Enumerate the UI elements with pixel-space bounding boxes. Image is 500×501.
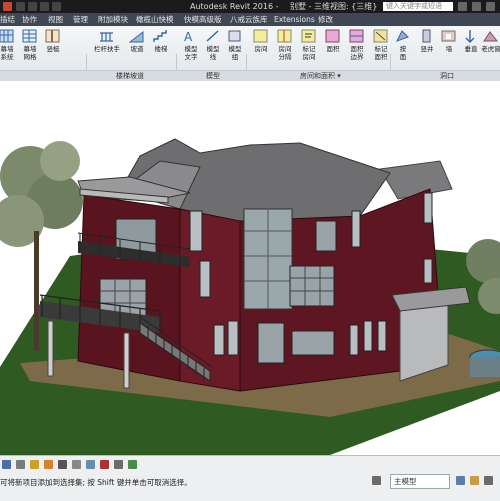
view-control-bar xyxy=(0,458,500,472)
status-message: 可将新项目添加到选择集; 按 Shift 键并单击可取消选择。 xyxy=(0,478,192,487)
tab-structure[interactable]: 插结 xyxy=(0,13,15,26)
railing-icon xyxy=(100,32,113,42)
search-icon[interactable] xyxy=(458,2,467,11)
redo-icon[interactable] xyxy=(52,2,61,11)
area-boundary-icon xyxy=(349,29,364,43)
tab-view[interactable]: 视图 xyxy=(48,13,63,26)
status-bar: 可将新项目添加到选择集; 按 Shift 键并单击可取消选择。 主模型 xyxy=(0,455,500,501)
curtain-system-icon xyxy=(0,29,14,43)
panel-label-model: 模型 xyxy=(206,72,220,80)
dormer-opening-button[interactable]: 老虎窗 xyxy=(478,26,500,70)
visual-style-icon[interactable] xyxy=(30,460,39,469)
filter-icon[interactable] xyxy=(470,476,479,485)
railing-button[interactable]: 栏杆扶手 xyxy=(94,26,120,70)
tab-manage[interactable]: 管理 xyxy=(73,13,88,26)
svg-text:A: A xyxy=(184,30,193,43)
panel-label-room-area: 房间和面积 ▾ xyxy=(300,72,341,80)
select-links-icon[interactable] xyxy=(484,476,493,485)
tag-area-icon xyxy=(373,29,388,43)
temporary-hide-icon[interactable] xyxy=(100,460,109,469)
crop-view-icon[interactable] xyxy=(86,460,95,469)
panel-label-stairs: 楼梯坡道 xyxy=(116,72,144,80)
app-menu-icon[interactable] xyxy=(3,2,12,11)
wall-opening-icon xyxy=(441,30,456,42)
model-line-icon xyxy=(206,30,219,42)
worksharing-icon[interactable] xyxy=(128,460,137,469)
shaft-icon xyxy=(422,29,431,43)
worksets-icon[interactable] xyxy=(372,476,381,485)
model-text-icon: A xyxy=(184,30,193,43)
tag-room-icon xyxy=(301,29,316,43)
app-title: Autodesk Revit 2016 - xyxy=(190,2,279,11)
room-separator-icon xyxy=(277,29,292,43)
area-icon xyxy=(325,29,340,43)
undo-icon[interactable] xyxy=(40,2,49,11)
room-icon xyxy=(253,29,268,43)
tab-extensions[interactable]: Extensions xyxy=(274,13,315,26)
mullion-icon xyxy=(45,29,60,43)
right-wing-roof xyxy=(379,160,453,200)
view-title: 别墅 - 三维视图: {三维} xyxy=(290,2,378,11)
reveal-hidden-icon[interactable] xyxy=(114,460,123,469)
editable-only-icon[interactable] xyxy=(456,476,465,485)
dormer-icon xyxy=(483,31,498,42)
by-face-icon xyxy=(395,30,409,42)
detail-level-icon[interactable] xyxy=(16,460,25,469)
tab-addins[interactable]: 附加模块 xyxy=(98,13,128,26)
tab-collaborate[interactable]: 协作 xyxy=(22,13,37,26)
house-model-render xyxy=(0,138,500,455)
search-input[interactable]: 键入关键字或短语 xyxy=(383,2,453,11)
tab-modify[interactable]: 修改 xyxy=(318,13,333,26)
3d-viewport[interactable] xyxy=(0,81,500,455)
ribbon-tabs: 插结 协作 视图 管理 附加模块 橄榄山快模 快模高级版 八戒云族库 Exten… xyxy=(0,13,500,26)
active-model-select[interactable]: 主模型 xyxy=(390,474,450,489)
render-icon[interactable] xyxy=(72,460,81,469)
open-icon[interactable] xyxy=(16,2,25,11)
help-icon[interactable] xyxy=(486,2,495,11)
curtain-grid-icon xyxy=(22,29,37,43)
stair-button[interactable]: 楼梯 xyxy=(148,26,174,70)
tab-quickmodel-pro[interactable]: 快模高级版 xyxy=(184,13,222,26)
ribbon: 幕墙 系统 幕墙 网格 竖梃 栏杆扶手 坡道 楼梯 A 模型 文字 模型 线 模… xyxy=(0,26,500,106)
tab-olivemount[interactable]: 橄榄山快模 xyxy=(136,13,174,26)
vertical-opening-icon xyxy=(465,30,475,43)
title-bar: Autodesk Revit 2016 - 别墅 - 三维视图: {三维} 键入… xyxy=(0,0,500,13)
shadows-icon[interactable] xyxy=(58,460,67,469)
scale-icon[interactable] xyxy=(2,460,11,469)
sun-path-icon[interactable] xyxy=(44,460,53,469)
model-group-icon xyxy=(228,30,241,42)
panel-title-row: 楼梯坡道 模型 房间和面积 ▾ 洞口 xyxy=(0,70,500,81)
save-icon[interactable] xyxy=(28,2,37,11)
panel-label-opening: 洞口 xyxy=(440,72,454,80)
ramp-icon xyxy=(129,30,144,43)
tab-family-library[interactable]: 八戒云族库 xyxy=(230,13,268,26)
stair-icon xyxy=(153,30,167,42)
mullion-button[interactable]: 竖梃 xyxy=(40,26,66,70)
user-icon[interactable] xyxy=(472,2,481,11)
